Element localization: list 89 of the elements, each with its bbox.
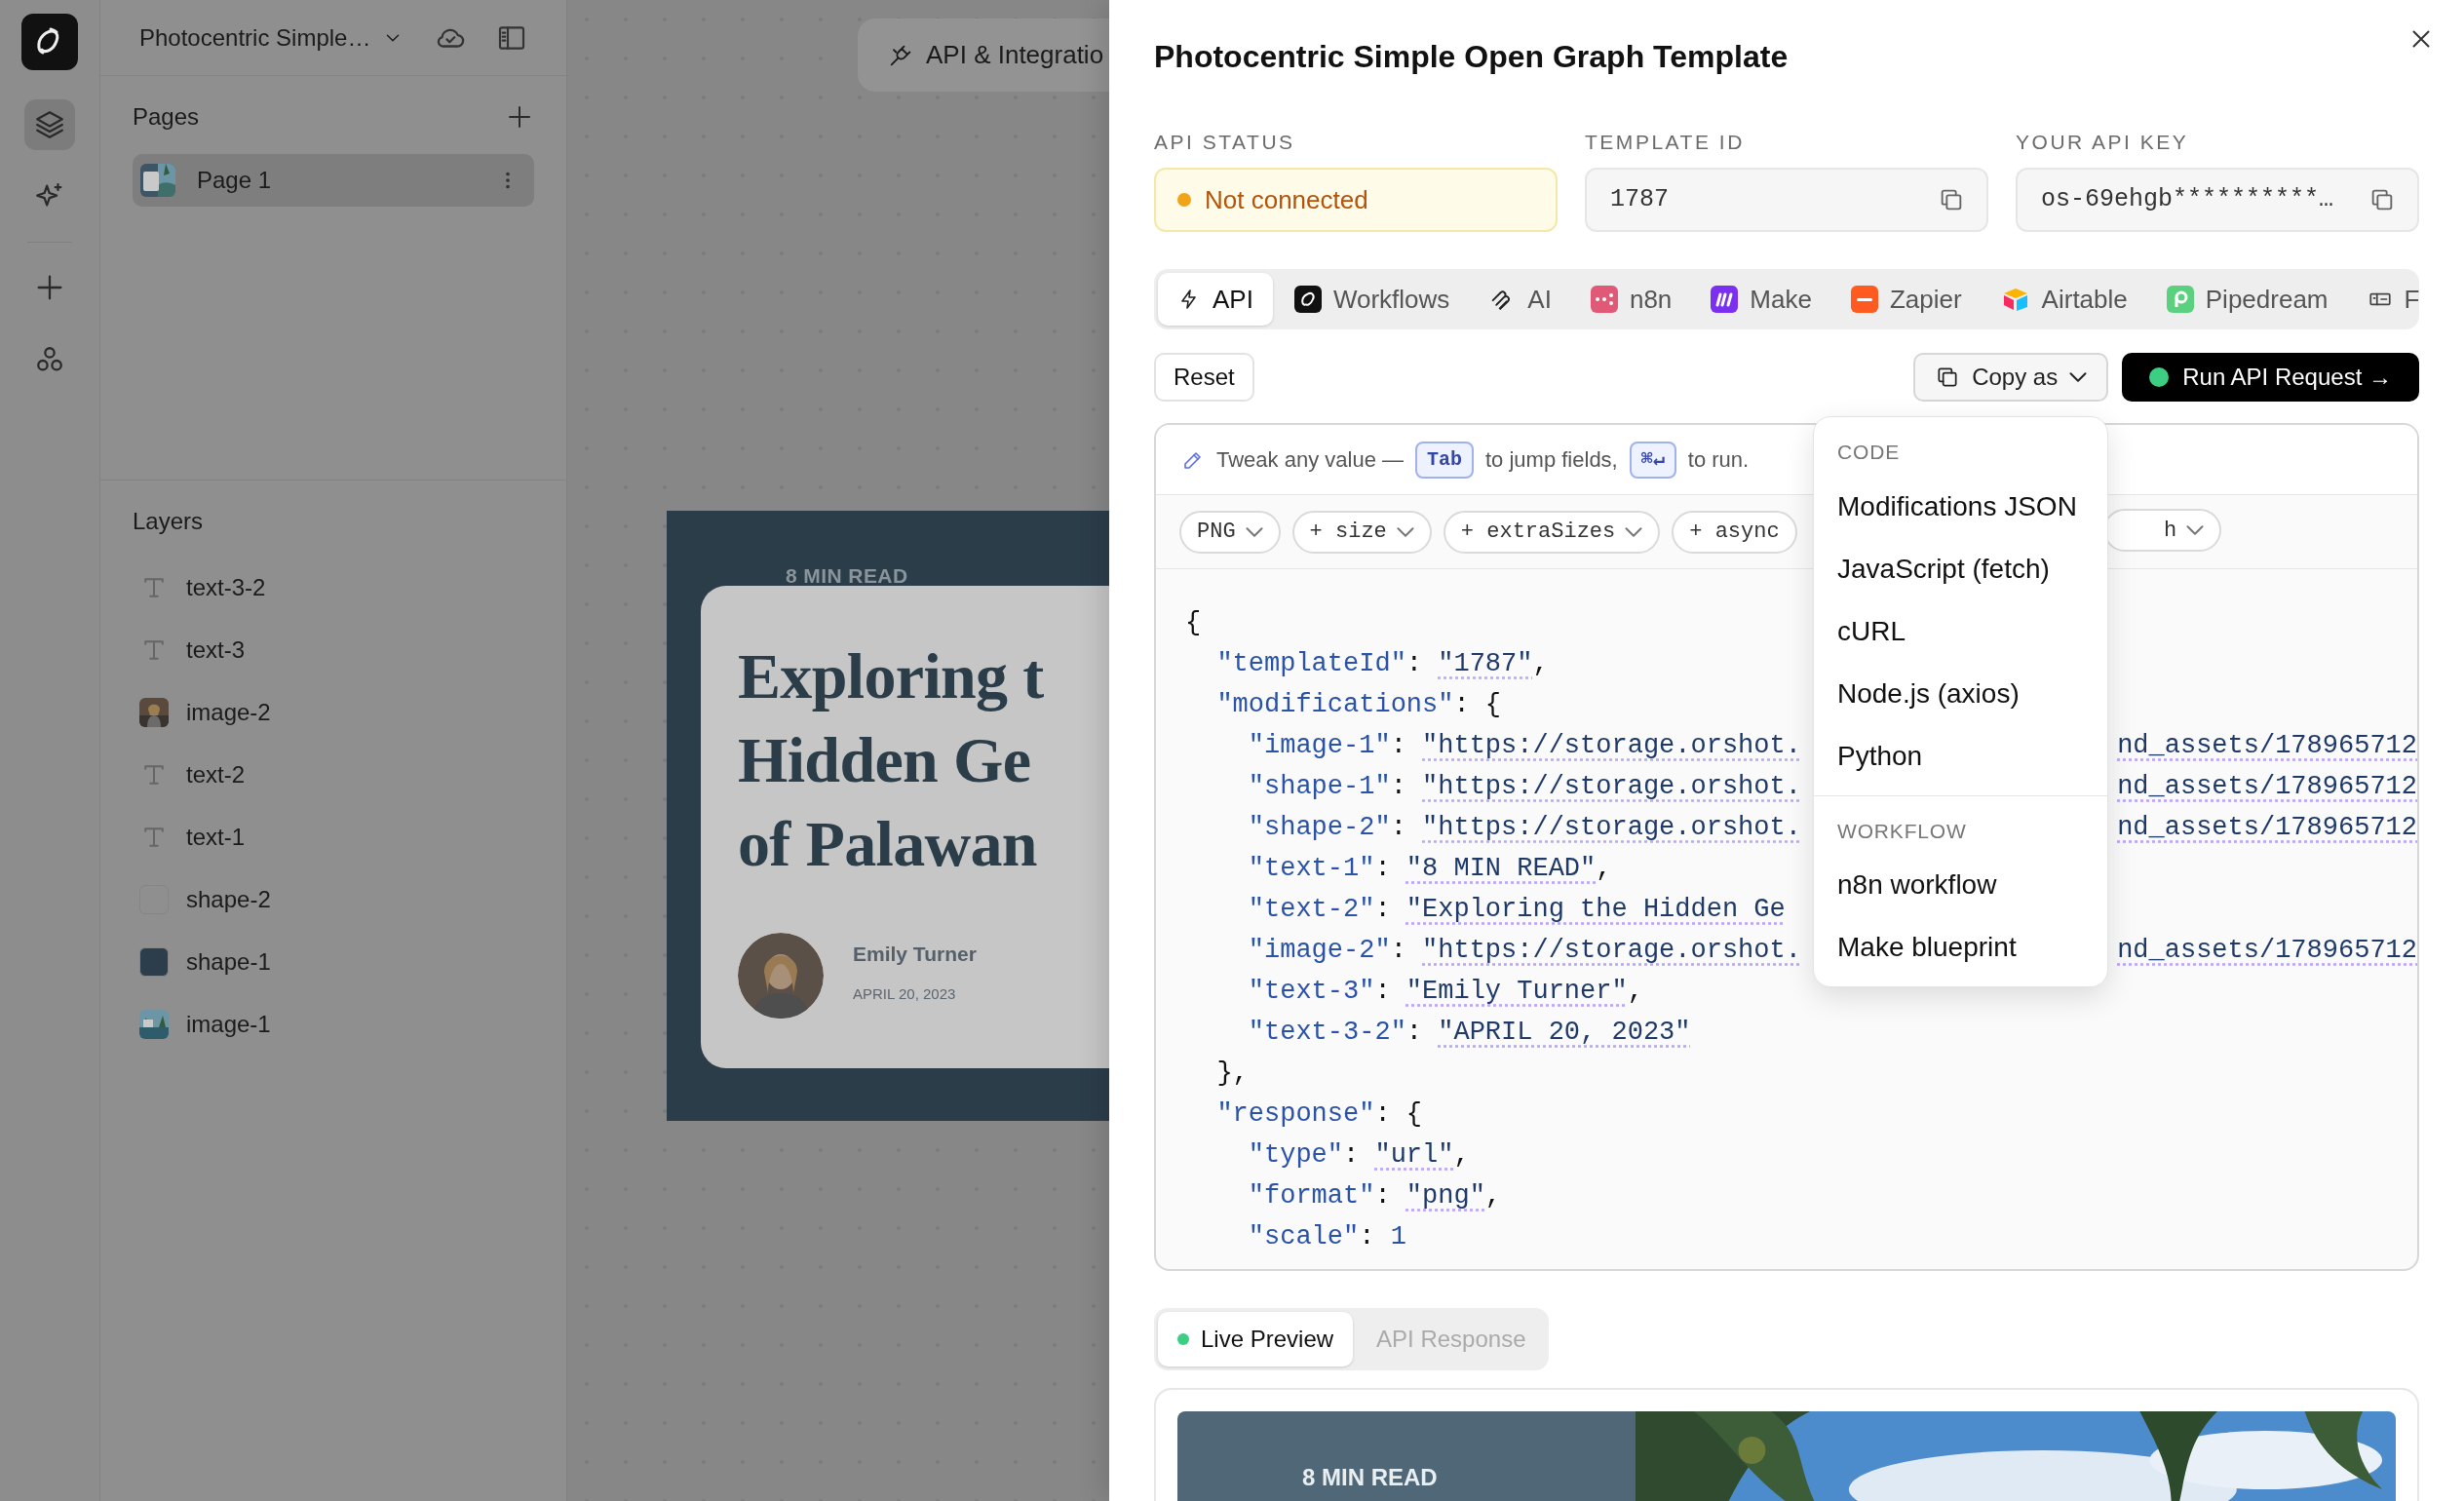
option-chip[interactable]: + extraSizes (1443, 510, 1661, 554)
chevron-down-icon (1625, 526, 1643, 537)
layers-heading: Layers (132, 507, 205, 536)
copy-as-button[interactable]: Copy as (1913, 353, 2109, 402)
integration-tab[interactable]: AI (1471, 273, 1569, 326)
code-line: "shape-2": "https://storage.orshot. (1247, 812, 1801, 844)
code-line: "scale": 1 (1247, 1221, 1406, 1253)
keyboard-key: Tab (1415, 441, 1474, 479)
option-chip[interactable]: + size (1291, 510, 1432, 554)
code-line: "text-2": "Exploring the Hidden Ge (1247, 894, 1786, 926)
option-chip[interactable]: PNG (1179, 510, 1281, 554)
code-line: "templateId": "1787", (1215, 648, 1549, 680)
code-line: "response": { (1215, 1098, 1423, 1131)
layer-item[interactable]: shape-1 (100, 931, 566, 993)
integration-tab[interactable]: n8n (1572, 273, 1690, 326)
integration-tab[interactable]: Airtable (1983, 273, 2145, 326)
nodes-logo-icon (1590, 286, 1618, 313)
menu-item[interactable]: Node.js (axios) (1814, 662, 2107, 725)
menu-section-heading: CODE (1836, 440, 1902, 465)
run-api-request-button[interactable]: Run API Request → (2122, 353, 2419, 402)
layer-item[interactable]: text-3-2 (100, 557, 566, 619)
headline-line: Exploring t (738, 639, 1044, 713)
menu-section-heading: WORKFLOW (1836, 818, 1968, 844)
zapier-logo-icon (1850, 286, 1878, 313)
integration-tab[interactable]: Make (1693, 273, 1829, 326)
page-row[interactable]: Page 1 (133, 154, 534, 207)
layer-item[interactable]: image-2 (100, 681, 566, 744)
layer-item[interactable]: text-1 (100, 806, 566, 868)
hint-text: Tweak any value — (1216, 446, 1404, 474)
api-integrations-button[interactable]: API & Integratio (858, 19, 1109, 92)
headline-line: Hidden Ge (738, 723, 1032, 797)
preview-eyebrow: 8 MIN READ (1302, 1463, 1438, 1492)
integration-tab[interactable]: Pipedream (2148, 273, 2346, 326)
design-eyebrow: 8 MIN READ (786, 563, 908, 589)
code-line: "modifications": { (1215, 689, 1502, 721)
code-line: nd_assets/178965712 (2117, 935, 2417, 967)
layer-item[interactable]: text-3 (100, 619, 566, 681)
hint-text: to jump fields, (1485, 446, 1618, 474)
code-line: { (1185, 607, 1202, 639)
code-line: nd_assets/178965712 (2117, 771, 2417, 803)
code-line: "text-1": "8 MIN READ", (1247, 853, 1612, 885)
author-name: Emily Turner (853, 942, 977, 967)
menu-item[interactable]: n8n workflow (1814, 854, 2107, 916)
field-label: TEMPLATE ID (1585, 130, 1746, 155)
hint-text: to run. (1687, 446, 1750, 474)
layer-item[interactable]: text-2 (100, 744, 566, 806)
pages-heading: Pages (133, 102, 200, 132)
headline-line: of Palawan (738, 807, 1038, 881)
code-line: }, (1215, 1058, 1249, 1090)
api-status-field: Not connected (1154, 168, 1558, 232)
code-line: nd_assets/178965712 (2117, 730, 2417, 762)
chevron-down-icon (2069, 372, 2088, 382)
field-label: API STATUS (1154, 130, 1296, 155)
reset-button[interactable]: Reset (1154, 353, 1254, 402)
copy-field: 1787 (1585, 168, 1988, 232)
layer-item[interactable]: image-1 (100, 993, 566, 1056)
code-line: "shape-1": "https://storage.orshot. (1247, 771, 1801, 803)
pipedream-logo-icon (2166, 286, 2194, 313)
project-name-dropdown[interactable]: Photocentric Simple… (139, 19, 404, 56)
layers-tool[interactable] (24, 99, 75, 150)
menu-item[interactable]: Make blueprint (1814, 916, 2107, 979)
result-tab[interactable]: Live Preview (1158, 1312, 1354, 1366)
layer-item[interactable]: shape-2 (100, 868, 566, 931)
keyboard-key: ⌘↵ (1629, 441, 1676, 479)
integration-tab[interactable]: Zapier (1832, 273, 1980, 326)
code-line: "type": "url", (1247, 1139, 1470, 1172)
menu-item[interactable]: Python (1814, 724, 2107, 788)
field-label: YOUR API KEY (2016, 130, 2190, 155)
code-line: "image-1": "https://storage.orshot. (1247, 730, 1801, 762)
chevron-down-icon (1245, 526, 1263, 537)
layers-icon (33, 108, 66, 141)
logo-icon[interactable] (21, 14, 78, 70)
menu-item[interactable]: cURL (1814, 599, 2107, 663)
code-line: "text-3-2": "APRIL 20, 2023" (1247, 1017, 1691, 1049)
publish-date: APRIL 20, 2023 (853, 984, 956, 1004)
integration-tab[interactable]: F (2349, 273, 2419, 326)
chevron-down-icon (1396, 526, 1414, 537)
copy-field: os-69ehgb**********… (2016, 168, 2419, 232)
option-chip[interactable]: + async (1672, 510, 1797, 554)
code-line: nd_assets/178965712 (2117, 812, 2417, 844)
workflow-logo-icon (1293, 286, 1322, 313)
drawer-title: Photocentric Simple Open Graph Template (1154, 38, 1790, 76)
code-line: "format": "png", (1247, 1180, 1502, 1212)
integration-tab[interactable]: API (1158, 273, 1273, 326)
code-line: "text-3": "Emily Turner", (1247, 976, 1643, 1008)
integration-tab[interactable]: Workflows (1276, 273, 1468, 326)
make-logo-icon (1711, 286, 1739, 313)
code-line: "image-2": "https://storage.orshot. (1247, 935, 1801, 967)
chevron-down-icon (2186, 525, 2205, 535)
